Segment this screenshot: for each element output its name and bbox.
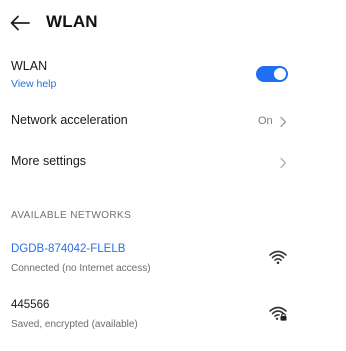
chevron-right-icon: [280, 116, 287, 128]
network-status: Saved, encrypted (available): [11, 319, 138, 330]
chevron-right-icon: [280, 157, 287, 169]
toggle-knob: [274, 68, 286, 80]
top-bar: WLAN: [0, 0, 346, 46]
wlan-settings-screen: WLAN WLAN View help Network acceleration…: [0, 0, 346, 351]
page-title: WLAN: [46, 12, 98, 31]
network-item[interactable]: 445566 Saved, encrypted (available): [0, 292, 346, 336]
wifi-signal-icon: [269, 250, 287, 265]
network-acceleration-value: On: [258, 115, 273, 127]
more-settings-label: More settings: [11, 154, 87, 168]
network-name: 445566: [11, 299, 50, 311]
network-item[interactable]: DGDB-874042-FLELB Connected (no Internet…: [0, 236, 346, 280]
available-networks-header: AVAILABLE NETWORKS: [11, 210, 132, 221]
network-status: Connected (no Internet access): [11, 263, 151, 274]
wifi-locked-icon: [269, 306, 287, 321]
network-acceleration-label: Network acceleration: [11, 113, 128, 127]
arrow-left-icon: [10, 15, 30, 31]
more-settings-row[interactable]: More settings: [0, 147, 346, 177]
back-button[interactable]: [6, 9, 34, 37]
network-acceleration-row[interactable]: Network acceleration On: [0, 106, 346, 136]
wlan-toggle-switch[interactable]: [256, 66, 288, 82]
view-help-link[interactable]: View help: [11, 78, 56, 90]
wlan-label: WLAN: [11, 59, 48, 73]
wlan-toggle-row[interactable]: WLAN View help: [0, 52, 346, 98]
network-name: DGDB-874042-FLELB: [11, 243, 126, 255]
